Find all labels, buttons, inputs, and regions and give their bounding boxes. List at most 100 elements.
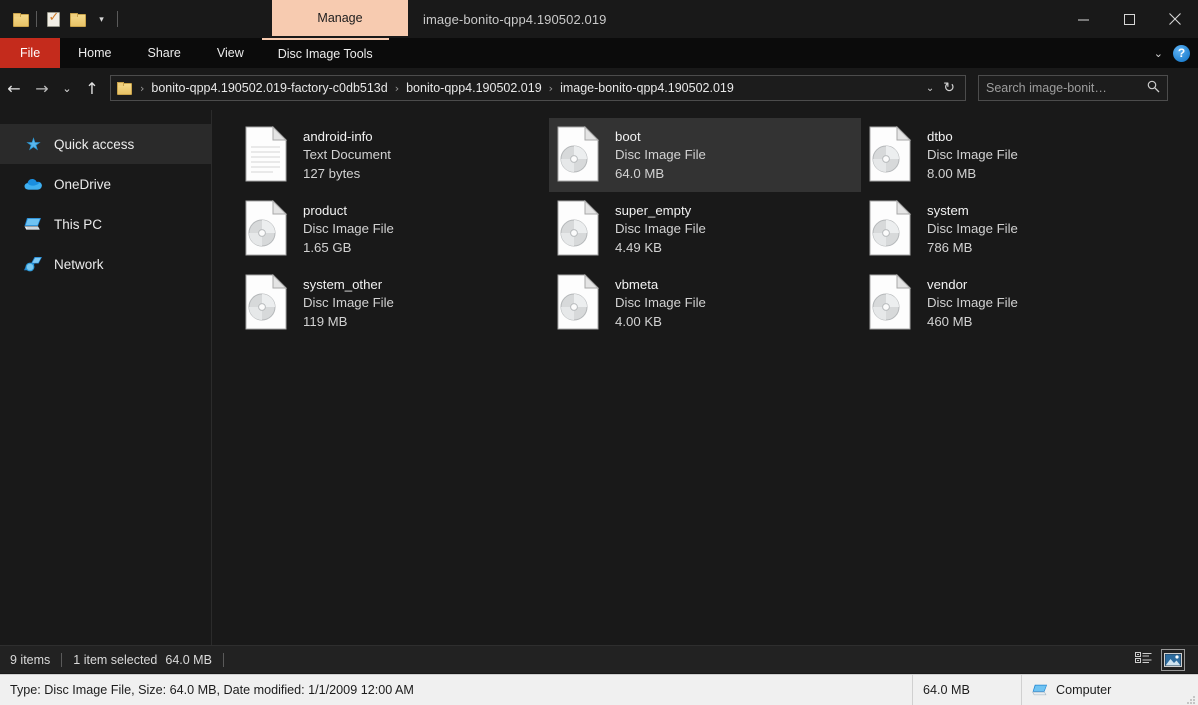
file-item-super-empty[interactable]: super_empty Disc Image File 4.49 KB [549,192,861,266]
details-view-icon[interactable] [1132,650,1154,670]
breadcrumb-separator[interactable]: › [542,82,560,95]
breadcrumb-item-2[interactable]: image-bonito-qpp4.190502.019 [560,81,734,95]
breadcrumb-separator[interactable]: › [133,82,151,95]
status-bar: 9 items 1 item selected 64.0 MB [0,645,1198,673]
file-name: android-info [303,129,373,145]
details-location: Computer [1022,675,1198,705]
file-type: Disc Image File [615,147,706,163]
file-size: 1.65 GB [303,239,352,255]
cloud-icon [24,175,43,194]
refresh-icon[interactable]: ↻ [943,80,963,96]
file-item-system[interactable]: system Disc Image File 786 MB [861,192,1173,266]
file-name: system_other [303,277,383,293]
details-pane: Type: Disc Image File, Size: 64.0 MB, Da… [0,674,1198,705]
file-item-dtbo[interactable]: dtbo Disc Image File 8.00 MB [861,118,1173,192]
file-item-vbmeta[interactable]: vbmeta Disc Image File 4.00 KB [549,266,861,340]
tab-home[interactable]: Home [60,38,129,68]
breadcrumb-separator[interactable]: › [388,82,406,95]
disc-image-icon [867,125,915,184]
tab-share[interactable]: Share [130,38,199,68]
new-folder-icon[interactable] [65,4,89,34]
manage-label: Manage [317,11,363,25]
sidebar-item-this-pc[interactable]: This PC [0,204,211,244]
chevron-down-icon: ⌄ [62,81,72,95]
file-name: boot [615,129,641,145]
breadcrumb-item-1[interactable]: bonito-qpp4.190502.019 [406,81,542,95]
sidebar-item-label: This PC [54,216,103,232]
expand-ribbon-icon[interactable]: ⌄ [1154,47,1163,60]
disc-image-icon [867,199,915,258]
properties-glyph [46,10,60,27]
file-item-android-info[interactable]: android-info Text Document 127 bytes [237,118,549,192]
tab-disc-image-tools[interactable]: Disc Image Tools [261,38,389,68]
tab-view-label: View [216,46,244,60]
computer-icon [24,215,43,234]
chevron-down-icon[interactable]: ⌄ [917,83,943,94]
disc-image-icon [243,273,291,332]
customize-qat-button[interactable]: ▾ [89,4,113,34]
search-input[interactable]: Search image-bonit… [978,75,1168,101]
ribbon-tabs: File Home Share View Disc Image Tools [0,38,389,68]
view-mode-buttons [1132,648,1188,671]
file-grid: android-info Text Document 127 bytes boo… [237,118,1198,340]
minimize-button[interactable] [1060,0,1106,38]
search-icon [1147,80,1160,96]
file-item-meta: boot Disc Image File 64.0 MB [615,129,706,181]
recent-locations-button[interactable]: ⌄ [56,74,78,102]
forward-button[interactable]: → [28,74,56,102]
disc-image-icon [243,199,291,258]
file-name: system [927,203,969,219]
large-icons-view-icon[interactable] [1161,648,1185,671]
disc-image-icon [867,273,915,332]
back-button[interactable]: ← [0,74,28,102]
file-list-view[interactable]: android-info Text Document 127 bytes boo… [213,110,1198,645]
file-type: Disc Image File [927,147,1018,163]
up-button[interactable]: ↑ [78,74,106,102]
file-type: Disc Image File [927,295,1018,311]
file-name: vendor [927,277,968,293]
maximize-button[interactable] [1106,0,1152,38]
file-size: 786 MB [927,239,973,255]
file-explorer-window: ▾ Manage image-bonito-qpp4.190502.019 Fi… [0,0,1198,705]
properties-folder-icon[interactable] [8,4,32,34]
details-info: Type: Disc Image File, Size: 64.0 MB, Da… [10,683,414,697]
file-item-meta: system Disc Image File 786 MB [927,203,1018,255]
file-size: 64.0 MB [615,165,665,181]
sidebar-item-network[interactable]: Network [0,244,211,284]
status-divider-2 [222,652,224,667]
properties-icon[interactable] [41,4,65,34]
file-item-vendor[interactable]: vendor Disc Image File 460 MB [861,266,1173,340]
sidebar-item-quick-access[interactable]: Quick access [0,124,211,164]
file-item-boot[interactable]: boot Disc Image File 64.0 MB [549,118,861,192]
qat-divider-2 [117,11,118,27]
tab-home-label: Home [78,46,112,60]
sidebar-item-onedrive[interactable]: OneDrive [0,164,211,204]
resize-grip[interactable] [1184,692,1196,704]
quick-access-toolbar: ▾ [8,0,122,38]
folder-icon [117,82,132,95]
tab-file[interactable]: File [0,38,61,68]
file-name: dtbo [927,129,953,145]
contextual-tab-header-manage[interactable]: Manage [272,0,408,36]
tab-share-label: Share [147,46,181,60]
file-item-product[interactable]: product Disc Image File 1.65 GB [237,192,549,266]
sidebar-item-label: Quick access [54,136,135,152]
tab-view[interactable]: View [199,38,262,68]
details-location-label: Computer [1056,683,1112,697]
window-title: image-bonito-qpp4.190502.019 [423,11,607,27]
file-item-meta: dtbo Disc Image File 8.00 MB [927,129,1018,181]
search-placeholder: Search image-bonit… [986,81,1107,95]
breadcrumb[interactable]: › bonito-qpp4.190502.019-factory-c0db513… [110,75,966,101]
qat-divider-1 [36,11,37,27]
close-button[interactable] [1152,0,1198,38]
file-size: 119 MB [303,313,348,329]
breadcrumb-item-0[interactable]: bonito-qpp4.190502.019-factory-c0db513d [151,81,387,95]
window-controls [1060,0,1198,38]
file-item-meta: vbmeta Disc Image File 4.00 KB [615,277,706,329]
help-icon[interactable]: ? [1173,44,1190,62]
explorer-body: Quick access OneDrive This PC Network an… [0,110,1198,645]
disc-image-icon [555,125,603,184]
file-item-system-other[interactable]: system_other Disc Image File 119 MB [237,266,549,340]
star-icon [24,135,43,154]
navigation-pane: Quick access OneDrive This PC Network [0,110,212,645]
